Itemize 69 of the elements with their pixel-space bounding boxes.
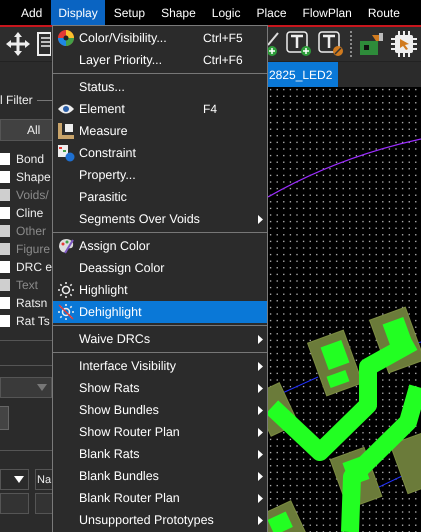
checkbox[interactable]: [0, 297, 10, 309]
chip-cursor-icon[interactable]: [390, 30, 418, 58]
checkbox-label: DRC e: [16, 260, 52, 274]
menu-bar-item[interactable]: Add: [14, 0, 50, 25]
document-icon[interactable]: [37, 32, 51, 56]
checkbox-label: Rat Ts: [16, 314, 50, 328]
menu-item[interactable]: Blank Router Plan: [53, 487, 267, 509]
dropdown-arrow-icon: [14, 476, 24, 483]
checkbox-label: Cline: [16, 206, 44, 220]
checkbox-label: Text: [16, 278, 38, 292]
document-tab[interactable]: 2825_LED2: [268, 62, 338, 87]
checkbox-label: Shape: [16, 170, 51, 184]
dropdown[interactable]: [0, 469, 29, 490]
menu-item[interactable]: Element F4: [53, 98, 267, 120]
menu-item[interactable]: Highlight: [53, 279, 267, 301]
menu-item[interactable]: Color/Visibility... Ctrl+F5: [53, 27, 267, 49]
panel-button[interactable]: [0, 406, 9, 430]
checkbox[interactable]: [0, 171, 10, 183]
group-title: l Filter: [0, 93, 33, 107]
menu-item[interactable]: Interface Visibility: [53, 355, 267, 377]
checkbox-label: Ratsn: [16, 296, 48, 310]
menu-item[interactable]: Show Router Plan: [53, 421, 267, 443]
checkbox[interactable]: [0, 315, 10, 327]
checkbox-label: Other: [16, 224, 46, 238]
menu-item[interactable]: Deassign Color: [53, 257, 267, 279]
eye-icon: [56, 103, 74, 115]
menu-bar-item[interactable]: Shape: [154, 0, 203, 25]
menu-item[interactable]: Layer Priority... Ctrl+F6: [53, 49, 267, 71]
table-info-icon: [56, 144, 74, 162]
menu-item[interactable]: Blank Rats: [53, 443, 267, 465]
menu-item[interactable]: Unsupported Prototypes: [53, 509, 267, 531]
checkbox[interactable]: [0, 153, 10, 165]
menu-bar-item[interactable]: Place: [249, 0, 294, 25]
menu-item[interactable]: Dehighlight: [53, 301, 267, 323]
menu-item[interactable]: Segments Over Voids: [53, 208, 267, 230]
menu-item[interactable]: Show Rats: [53, 377, 267, 399]
checkbox-label: Bond: [16, 152, 44, 166]
checkbox-label: Figure: [16, 242, 50, 256]
text-edit-icon[interactable]: [318, 31, 344, 57]
move-arrows-icon[interactable]: [5, 31, 31, 57]
menu-item[interactable]: Waive DRCs: [53, 328, 267, 350]
toolbar-separator-icon: [350, 31, 352, 57]
shortcut-text: Ctrl+F6: [203, 53, 243, 67]
dropdown-arrow-icon: [37, 384, 47, 391]
menu-item[interactable]: Parasitic: [53, 186, 267, 208]
shortcut-text: F4: [203, 102, 218, 116]
color-wheel-icon: [56, 29, 74, 47]
sun-icon: [56, 281, 74, 299]
palette-icon: [56, 237, 74, 255]
sun-crossed-icon: [56, 303, 74, 321]
menu-item[interactable]: Status...: [53, 76, 267, 98]
menu-item[interactable]: Constraint: [53, 142, 267, 164]
checkbox-label: Voids/: [16, 188, 49, 202]
text-add-icon[interactable]: [286, 31, 312, 57]
input-field[interactable]: [0, 493, 29, 514]
shortcut-text: Ctrl+F5: [203, 31, 243, 45]
menu-bar-item[interactable]: Display: [51, 0, 105, 25]
menu-item[interactable]: Assign Color: [53, 235, 267, 257]
checkbox[interactable]: [0, 261, 10, 273]
menu-bar-item[interactable]: Route: [360, 0, 407, 25]
menu-bar-item[interactable]: Logic: [204, 0, 248, 25]
circuit-board-icon[interactable]: [358, 31, 384, 57]
menu-item[interactable]: Show Bundles: [53, 399, 267, 421]
menu-item[interactable]: Blank Bundles: [53, 465, 267, 487]
menu-bar-item[interactable]: Setup: [106, 0, 152, 25]
ruler-icon: [56, 122, 74, 140]
menu-item[interactable]: Property...: [53, 164, 267, 186]
checkbox[interactable]: [0, 207, 10, 219]
menu-bar-item[interactable]: FlowPlan: [296, 0, 359, 25]
